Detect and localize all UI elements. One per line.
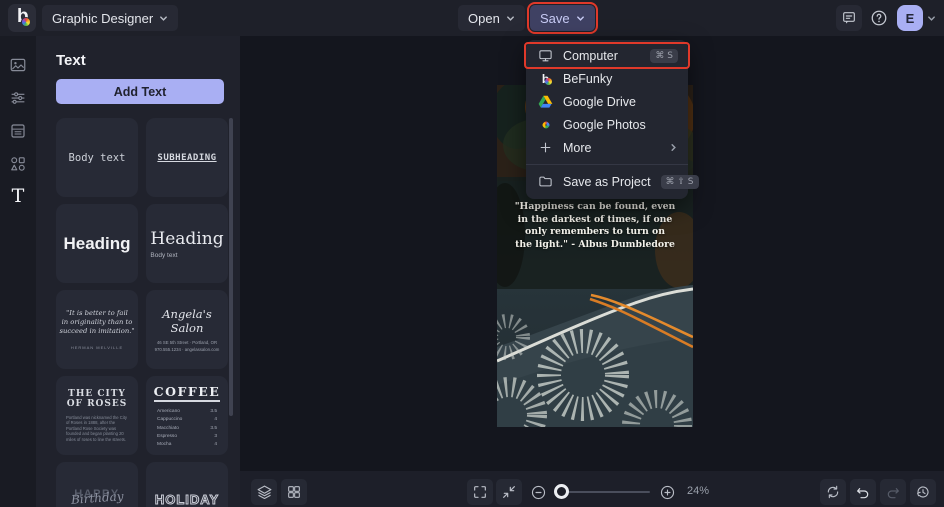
account-avatar[interactable]: E	[897, 5, 923, 31]
rail-item-templates[interactable]	[0, 114, 36, 147]
grid-view-button[interactable]	[281, 479, 307, 505]
computer-icon	[538, 48, 553, 63]
reset-icon	[827, 485, 839, 499]
text-template-holiday-sale[interactable]: HOLIDAY SALE	[146, 462, 228, 507]
befunky-icon: b	[538, 71, 553, 86]
workspace-switcher[interactable]: Graphic Designer	[42, 5, 179, 31]
quote-line: only remembers to turn on	[525, 226, 665, 238]
text-template-subheading[interactable]: SUBHEADING	[146, 118, 228, 197]
grid-icon	[288, 486, 300, 498]
zoom-in-icon	[660, 485, 674, 499]
image-icon	[10, 58, 26, 71]
bottom-toolbar: 24%	[240, 471, 944, 507]
graphics-shapes-icon	[11, 156, 25, 171]
panel-scrollbar[interactable]	[229, 118, 233, 416]
zoom-out-icon	[531, 485, 545, 499]
quote-text-layer[interactable]: "Happiness can be found, even in the dar…	[501, 201, 689, 251]
menu-item-computer[interactable]: Computer ⌘ S	[524, 42, 690, 69]
top-toolbar: b Graphic Designer Open Save E	[0, 0, 944, 36]
chevron-down-icon	[576, 15, 584, 21]
text-template-city-of-roses[interactable]: THE CITY OF ROSES Portland was nicknamed…	[56, 376, 138, 455]
undo-button[interactable]	[850, 479, 876, 505]
chevron-down-icon	[160, 15, 168, 21]
text-template-heading-serif[interactable]: Heading Body text	[146, 204, 228, 283]
quote-line: the light." - Albus Dumbledore	[515, 238, 675, 250]
rail-item-image-manager[interactable]	[0, 48, 36, 81]
reset-button[interactable]	[820, 479, 846, 505]
menu-item-save-as-project[interactable]: Save as Project ⌘ ⇧ S	[526, 170, 699, 193]
text-template-happy-birthday[interactable]: HAPPY Birthday	[56, 462, 138, 507]
redo-icon	[887, 488, 899, 499]
avatar-initial: E	[905, 10, 915, 26]
save-button[interactable]: Save	[527, 2, 598, 34]
history-icon	[917, 486, 929, 498]
text-template-heading-bold[interactable]: Heading	[56, 204, 138, 283]
chevron-right-icon	[671, 144, 676, 151]
layers-button[interactable]	[251, 479, 277, 505]
text-template-list: Body text SUBHEADING Heading Heading Bod…	[56, 118, 228, 507]
color-wheel-icon	[21, 17, 31, 27]
help-icon	[871, 10, 887, 26]
folder-icon	[538, 174, 553, 189]
open-button[interactable]: Open	[458, 5, 525, 31]
menu-item-google-photos[interactable]: Google Photos	[526, 113, 688, 136]
zoom-in-button[interactable]	[654, 479, 680, 505]
menu-divider	[526, 164, 688, 165]
google-drive-icon	[538, 94, 553, 109]
fullscreen-icon	[474, 486, 486, 498]
quote-line: in the darkest of times, if one	[517, 213, 673, 225]
zoom-slider-handle[interactable]	[554, 484, 569, 499]
help-button[interactable]	[866, 5, 892, 31]
menu-item-google-drive[interactable]: Google Drive	[526, 90, 688, 113]
layers-icon	[257, 485, 271, 499]
save-button-label: Save	[540, 10, 570, 26]
text-template-salon[interactable]: Angela's Salon 46 SE 5th Street · Portla…	[146, 290, 228, 369]
text-template-body-text[interactable]: Body text	[56, 118, 138, 197]
rail-item-edit[interactable]	[0, 81, 36, 114]
rail-item-text[interactable]: T	[0, 180, 36, 213]
text-tool-icon: T	[11, 185, 25, 207]
save-dropdown-menu: Computer ⌘ S b BeFunky Google Drive Goog…	[524, 40, 699, 199]
google-photos-icon	[538, 117, 553, 132]
zoom-out-button[interactable]	[525, 479, 551, 505]
history-button[interactable]	[910, 479, 936, 505]
shortcut-badge: ⌘ ⇧ S	[660, 174, 699, 189]
zoom-percentage: 24%	[687, 485, 710, 497]
shortcut-badge: ⌘ S	[650, 48, 678, 63]
chevron-down-icon	[506, 15, 514, 21]
text-panel: Text Add Text Body text SUBHEADING Headi…	[36, 36, 240, 507]
account-chevron-down-icon[interactable]	[927, 14, 936, 23]
feedback-button[interactable]	[836, 5, 862, 31]
undo-icon	[857, 488, 869, 499]
tools-rail: T	[0, 36, 36, 507]
menu-item-befunky[interactable]: b BeFunky	[526, 67, 688, 90]
templates-icon	[11, 123, 25, 138]
redo-button[interactable]	[880, 479, 906, 505]
text-template-coffee-menu[interactable]: COFFEE Americano 3.5 Cappuccino 4 Macchiat…	[146, 376, 228, 455]
text-template-script-quote[interactable]: "It is better to fail in originality tha…	[56, 290, 138, 369]
add-text-button[interactable]: Add Text	[56, 79, 224, 104]
adjust-sliders-icon	[11, 91, 25, 104]
chat-icon	[843, 12, 855, 24]
zoom-slider-track[interactable]	[556, 491, 650, 493]
plus-icon	[538, 140, 553, 155]
workspace-switcher-label: Graphic Designer	[52, 10, 154, 26]
fullscreen-button[interactable]	[467, 479, 493, 505]
rail-item-graphics[interactable]	[0, 147, 36, 180]
fit-screen-icon	[503, 486, 515, 498]
befunky-graphic-designer: "Happiness can be found, even in the dar…	[0, 0, 944, 507]
befunky-logo[interactable]: b	[8, 4, 36, 32]
menu-item-more[interactable]: More	[526, 136, 688, 159]
quote-line: "Happiness can be found, even	[514, 201, 676, 212]
panel-title: Text	[56, 52, 86, 69]
open-button-label: Open	[468, 10, 500, 26]
fit-to-screen-button[interactable]	[496, 479, 522, 505]
